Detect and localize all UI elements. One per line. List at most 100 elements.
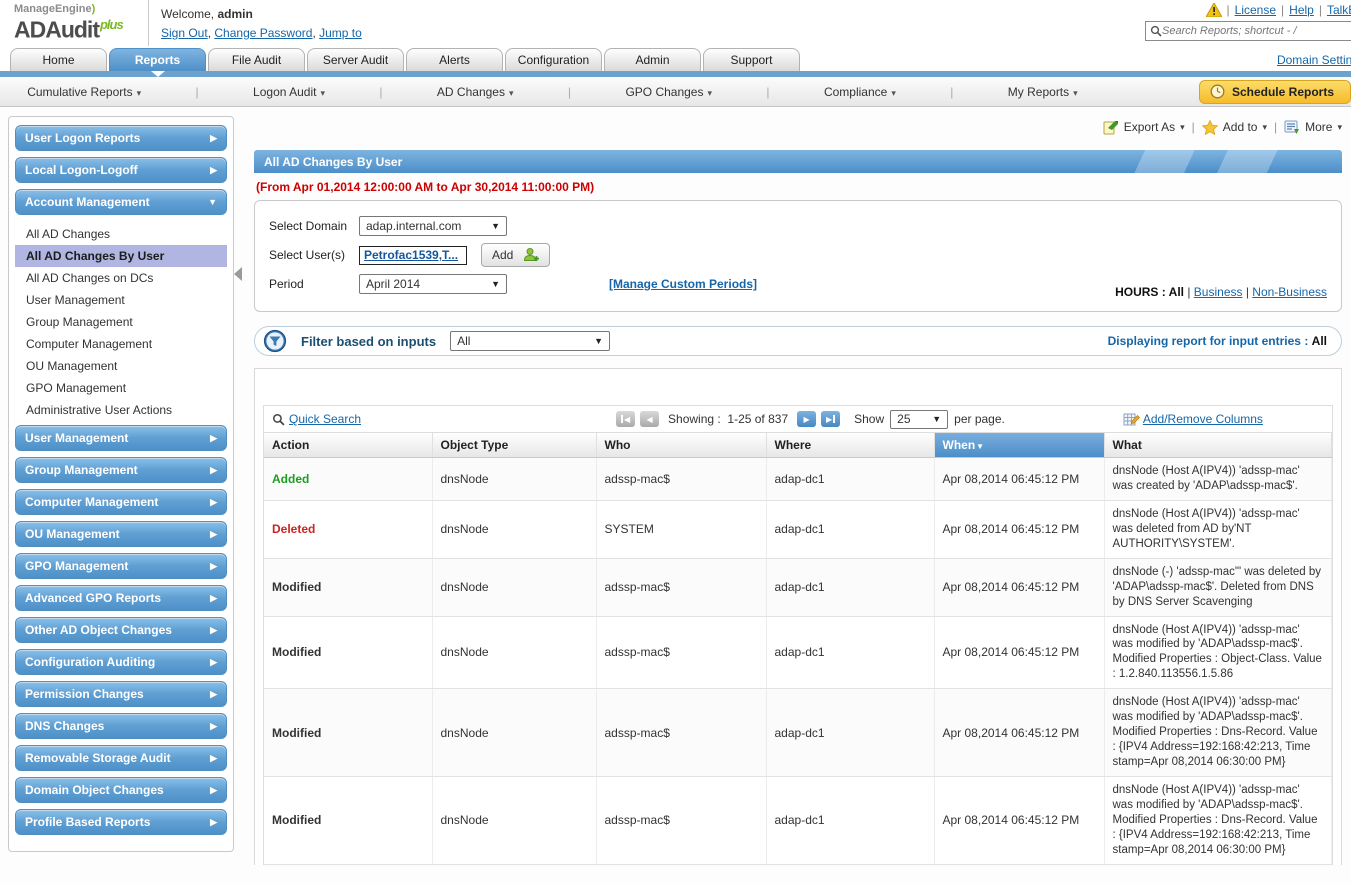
column-header-when[interactable]: When▼: [934, 433, 1104, 458]
subnav-item-my-reports[interactable]: My Reports▾: [1008, 85, 1078, 99]
hours-non-business-link[interactable]: Non-Business: [1252, 285, 1327, 299]
sidebar-section-user-logon-reports[interactable]: User Logon Reports▶: [15, 125, 227, 151]
cell-action: Modified: [264, 558, 432, 616]
manageengine-logo[interactable]: ManageEngine) ADAuditplus: [0, 0, 148, 46]
sidebar-section-domain-object-changes[interactable]: Domain Object Changes▶: [15, 777, 227, 803]
sidebar-section-label: OU Management: [25, 527, 120, 541]
users-input[interactable]: [359, 246, 467, 265]
tab-reports[interactable]: Reports: [109, 48, 206, 71]
schedule-reports-button[interactable]: Schedule Reports: [1199, 80, 1351, 104]
sidebar-section-gpo-management[interactable]: GPO Management▶: [15, 553, 227, 579]
subnav-item-cumulative-reports[interactable]: Cumulative Reports▾: [27, 85, 141, 99]
separator: |: [1281, 3, 1284, 17]
sidebar-item-all-ad-changes[interactable]: All AD Changes: [15, 223, 227, 245]
sidebar-item-ou-management[interactable]: OU Management: [15, 355, 227, 377]
sidebar-section-local-logon-logoff[interactable]: Local Logon-Logoff▶: [15, 157, 227, 183]
domain-select[interactable]: adap.internal.com▼: [359, 216, 507, 236]
table-row[interactable]: ModifieddnsNodeadssp-mac$adap-dc1Apr 08,…: [264, 558, 1332, 616]
warning-icon[interactable]: [1206, 3, 1222, 17]
sidebar-item-all-ad-changes-on-dcs[interactable]: All AD Changes on DCs: [15, 267, 227, 289]
sidebar-item-administrative-user-actions[interactable]: Administrative User Actions: [15, 399, 227, 421]
show-label: Show: [854, 412, 884, 426]
export-icon: [1103, 119, 1119, 135]
jump-to-link[interactable]: Jump to: [319, 26, 362, 40]
sidebar-section-account-management[interactable]: Account Management▼: [15, 189, 227, 215]
sidebar-section-user-management[interactable]: User Management▶: [15, 425, 227, 451]
tab-bar-items: HomeReportsFile AuditServer AuditAlertsC…: [10, 48, 802, 71]
sidebar-item-group-management[interactable]: Group Management: [15, 311, 227, 333]
sidebar-section-permission-changes[interactable]: Permission Changes▶: [15, 681, 227, 707]
table-row[interactable]: ModifieddnsNodeadssp-mac$adap-dc1Apr 08,…: [264, 689, 1332, 777]
tab-configuration[interactable]: Configuration: [505, 48, 602, 71]
sidebar-section-computer-management[interactable]: Computer Management▶: [15, 489, 227, 515]
select-domain-label: Select Domain: [269, 219, 359, 233]
sidebar-collapse-handle[interactable]: [234, 267, 242, 281]
page-size-select[interactable]: 25▼: [890, 410, 948, 429]
prev-page-button[interactable]: ◀: [640, 411, 659, 427]
period-select[interactable]: April 2014▼: [359, 274, 507, 294]
domain-settings-link[interactable]: Domain Settings: [1277, 53, 1351, 67]
subnav-item-compliance[interactable]: Compliance▾: [824, 85, 896, 99]
sidebar-section-other-ad-object-changes[interactable]: Other AD Object Changes▶: [15, 617, 227, 643]
last-page-button[interactable]: ▶: [821, 411, 840, 427]
sidebar-item-gpo-management[interactable]: GPO Management: [15, 377, 227, 399]
sidebar-section-group-management[interactable]: Group Management▶: [15, 457, 227, 483]
tab-home[interactable]: Home: [10, 48, 107, 71]
tab-admin[interactable]: Admin: [604, 48, 701, 71]
subnav-item-logon-audit[interactable]: Logon Audit▾: [253, 85, 325, 99]
table-row[interactable]: ModifieddnsNodeadssp-mac$adap-dc1Apr 08,…: [264, 776, 1332, 864]
first-page-button[interactable]: ◀: [616, 411, 635, 427]
add-to-button[interactable]: Add to▾: [1202, 120, 1267, 135]
search-box[interactable]: [1145, 21, 1351, 41]
displaying-report-text: Displaying report for input entries : Al…: [1108, 334, 1327, 348]
sidebar-section-ou-management[interactable]: OU Management▶: [15, 521, 227, 547]
chevron-down-icon: ▼: [491, 279, 500, 289]
sidebar-section-removable-storage-audit[interactable]: Removable Storage Audit▶: [15, 745, 227, 771]
add-remove-columns-link[interactable]: Add/Remove Columns: [1123, 412, 1263, 427]
sidebar-section-label: Removable Storage Audit: [25, 751, 171, 765]
sidebar-section-configuration-auditing[interactable]: Configuration Auditing▶: [15, 649, 227, 675]
next-page-button[interactable]: ▶: [797, 411, 816, 427]
more-list-icon: [1284, 120, 1300, 135]
column-header-object-type[interactable]: Object Type: [432, 433, 596, 458]
license-link[interactable]: License: [1235, 3, 1276, 17]
subnav-item-ad-changes[interactable]: AD Changes▾: [437, 85, 514, 99]
table-row[interactable]: DeleteddnsNodeSYSTEMadap-dc1Apr 08,2014 …: [264, 500, 1332, 558]
sidebar-section-dns-changes[interactable]: DNS Changes▶: [15, 713, 227, 739]
cell-what: dnsNode (Host A(IPV4)) 'adssp-mac' was m…: [1104, 616, 1332, 689]
sidebar-section-profile-based-reports[interactable]: Profile Based Reports▶: [15, 809, 227, 835]
subnav-item-gpo-changes[interactable]: GPO Changes▾: [625, 85, 712, 99]
search-input[interactable]: [1162, 25, 1351, 37]
export-as-button[interactable]: Export As▾: [1103, 119, 1185, 135]
quick-search-link[interactable]: Quick Search: [272, 412, 361, 426]
tab-file-audit[interactable]: File Audit: [208, 48, 305, 71]
manage-custom-periods-link[interactable]: [Manage Custom Periods]: [609, 277, 757, 291]
column-header-what[interactable]: What: [1104, 433, 1332, 458]
chevron-right-icon: ▶: [210, 561, 217, 572]
funnel-icon: [263, 329, 287, 353]
hours-business-link[interactable]: Business: [1194, 285, 1243, 299]
sidebar-item-computer-management[interactable]: Computer Management: [15, 333, 227, 355]
chevron-down-icon: ▾: [707, 88, 712, 98]
welcome-label: Welcome,: [161, 7, 214, 21]
table-row[interactable]: ModifieddnsNodeadssp-mac$adap-dc1Apr 08,…: [264, 616, 1332, 689]
chevron-right-icon: ▶: [210, 785, 217, 796]
tab-alerts[interactable]: Alerts: [406, 48, 503, 71]
column-header-action[interactable]: Action: [264, 433, 432, 458]
tab-support[interactable]: Support: [703, 48, 800, 71]
cell-where: adap-dc1: [766, 616, 934, 689]
talkback-link[interactable]: TalkBack: [1327, 3, 1351, 17]
column-header-where[interactable]: Where: [766, 433, 934, 458]
column-header-who[interactable]: Who: [596, 433, 766, 458]
add-user-button[interactable]: Add: [481, 243, 550, 267]
filter-select[interactable]: All▼: [450, 331, 610, 351]
more-button[interactable]: More▾: [1284, 120, 1342, 135]
help-link[interactable]: Help: [1289, 3, 1314, 17]
sidebar-item-user-management[interactable]: User Management: [15, 289, 227, 311]
table-row[interactable]: AddeddnsNodeadssp-mac$adap-dc1Apr 08,201…: [264, 458, 1332, 501]
sidebar-item-all-ad-changes-by-user[interactable]: All AD Changes By User: [15, 245, 227, 267]
change-password-link[interactable]: Change Password: [214, 26, 312, 40]
sidebar-section-advanced-gpo-reports[interactable]: Advanced GPO Reports▶: [15, 585, 227, 611]
sign-out-link[interactable]: Sign Out: [161, 26, 208, 40]
tab-server-audit[interactable]: Server Audit: [307, 48, 404, 71]
